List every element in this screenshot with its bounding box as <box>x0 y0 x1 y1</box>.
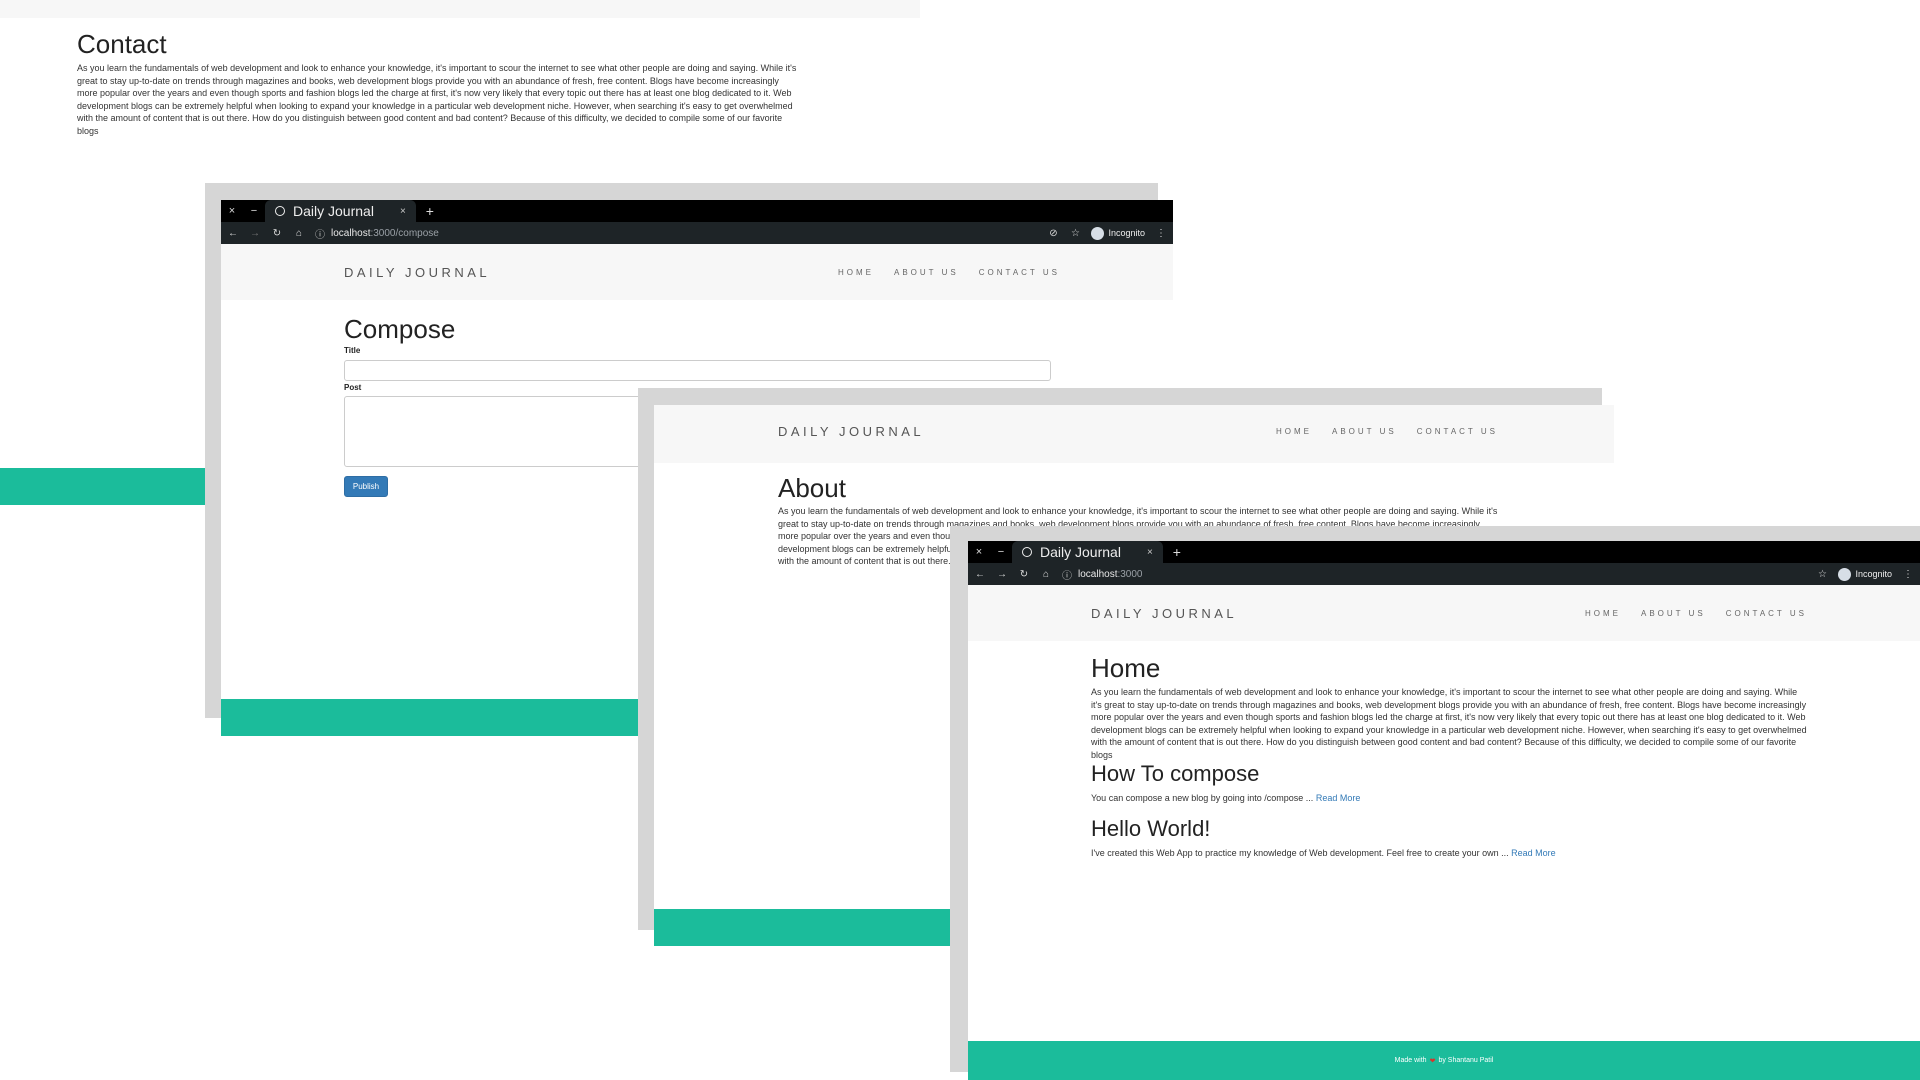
url-path: :3000/compose <box>370 227 439 239</box>
info-icon: ⓘ <box>315 229 325 241</box>
about-navbar: DAILY JOURNAL HOME ABOUT US CONTACT US <box>654 405 1614 463</box>
post-title: Hello World! <box>1091 816 1211 841</box>
url-path: :3000 <box>1117 568 1143 580</box>
home-tab-bar: × − Daily Journal × + <box>968 541 1920 563</box>
compose-tab-bar: × − Daily Journal × + <box>221 200 1173 222</box>
read-more-link[interactable]: Read More <box>1511 848 1556 858</box>
nav-links: HOME ABOUT US CONTACT US <box>838 268 1060 277</box>
read-more-link[interactable]: Read More <box>1316 793 1361 803</box>
tab-close-icon[interactable]: × <box>400 206 406 217</box>
nav-about[interactable]: ABOUT US <box>894 268 959 277</box>
globe-icon <box>1022 547 1032 557</box>
star-icon[interactable]: ☆ <box>1069 228 1081 239</box>
brand-logo[interactable]: DAILY JOURNAL <box>344 265 490 280</box>
url-host: localhost <box>1078 568 1118 580</box>
url-field[interactable]: ⓘ localhost:3000/compose <box>315 226 439 241</box>
incognito-label: Incognito <box>1108 228 1145 238</box>
incognito-icon <box>1091 226 1105 240</box>
post-excerpt: You can compose a new blog by going into… <box>1091 792 1809 805</box>
post-excerpt: I've created this Web App to practice my… <box>1091 847 1809 860</box>
heart-icon: ❤ <box>1429 1057 1436 1065</box>
reload-icon[interactable]: ↻ <box>271 228 283 239</box>
incognito-badge[interactable]: Incognito <box>1838 567 1892 581</box>
post-label: Post <box>344 383 362 392</box>
footer-made-with: Made with <box>1394 1057 1427 1064</box>
back-arrow-icon[interactable]: ← <box>974 569 986 580</box>
post-excerpt-text: You can compose a new blog by going into… <box>1091 793 1314 803</box>
home-icon[interactable]: ⌂ <box>1040 569 1052 580</box>
home-footer: Made with ❤ by Shantanu Patil <box>968 1041 1920 1080</box>
incognito-badge[interactable]: Incognito <box>1091 226 1145 240</box>
nav-about[interactable]: ABOUT US <box>1332 427 1397 436</box>
contact-navbar-strip <box>0 0 920 18</box>
tab-daily-journal[interactable]: Daily Journal × <box>265 200 416 222</box>
incognito-label: Incognito <box>1855 569 1892 579</box>
contact-heading: Contact <box>77 29 167 59</box>
url-host: localhost <box>331 227 371 239</box>
brand-logo[interactable]: DAILY JOURNAL <box>778 424 924 439</box>
nav-links: HOME ABOUT US CONTACT US <box>1585 609 1807 618</box>
new-tab-icon[interactable]: + <box>426 203 434 219</box>
post-title: How To compose <box>1091 761 1260 786</box>
window-close-icon[interactable]: × <box>968 546 990 558</box>
eye-off-icon[interactable]: ⊘ <box>1047 228 1059 239</box>
kebab-menu-icon[interactable]: ⋮ <box>1155 228 1167 239</box>
kebab-menu-icon[interactable]: ⋮ <box>1902 569 1914 580</box>
window-minimize-icon[interactable]: − <box>243 205 265 217</box>
compose-navbar: DAILY JOURNAL HOME ABOUT US CONTACT US <box>221 244 1173 300</box>
title-label: Title <box>344 346 361 355</box>
publish-button[interactable]: Publish <box>344 476 388 497</box>
info-icon: ⓘ <box>1062 570 1072 582</box>
nav-home[interactable]: HOME <box>1585 609 1621 618</box>
nav-contact[interactable]: CONTACT US <box>1726 609 1807 618</box>
teal-strip-left <box>0 468 221 505</box>
home-body-text: As you learn the fundamentals of web dev… <box>1091 687 1807 760</box>
about-heading: About <box>778 473 846 503</box>
home-window: × − Daily Journal × + ← → ↻ ⌂ ⓘ localhos… <box>968 541 1920 1080</box>
footer-author: by Shantanu Patil <box>1438 1057 1494 1064</box>
globe-icon <box>275 206 285 216</box>
title-input[interactable] <box>344 360 1051 381</box>
nav-contact[interactable]: CONTACT US <box>979 268 1060 277</box>
nav-home[interactable]: HOME <box>1276 427 1312 436</box>
forward-arrow-icon[interactable]: → <box>249 228 261 239</box>
url-field[interactable]: ⓘ localhost:3000 <box>1062 567 1143 582</box>
back-arrow-icon[interactable]: ← <box>227 228 239 239</box>
window-close-icon[interactable]: × <box>221 205 243 217</box>
tab-daily-journal[interactable]: Daily Journal × <box>1012 541 1163 563</box>
home-icon[interactable]: ⌂ <box>293 228 305 239</box>
contact-body-text: As you learn the fundamentals of web dev… <box>77 63 797 136</box>
star-icon[interactable]: ☆ <box>1816 569 1828 580</box>
brand-logo[interactable]: DAILY JOURNAL <box>1091 606 1237 621</box>
tab-close-icon[interactable]: × <box>1147 547 1153 558</box>
tab-title: Daily Journal <box>1040 544 1121 560</box>
home-navbar: DAILY JOURNAL HOME ABOUT US CONTACT US <box>968 585 1920 641</box>
tab-title: Daily Journal <box>293 203 374 219</box>
compose-address-bar: ← → ↻ ⌂ ⓘ localhost:3000/compose ⊘ ☆ Inc… <box>221 222 1173 244</box>
reload-icon[interactable]: ↻ <box>1018 569 1030 580</box>
window-minimize-icon[interactable]: − <box>990 546 1012 558</box>
nav-links: HOME ABOUT US CONTACT US <box>1276 427 1498 436</box>
compose-heading: Compose <box>344 314 456 344</box>
nav-contact[interactable]: CONTACT US <box>1417 427 1498 436</box>
nav-about[interactable]: ABOUT US <box>1641 609 1706 618</box>
incognito-icon <box>1838 567 1852 581</box>
new-tab-icon[interactable]: + <box>1173 544 1181 560</box>
post-excerpt-text: I've created this Web App to practice my… <box>1091 848 1509 858</box>
nav-home[interactable]: HOME <box>838 268 874 277</box>
home-address-bar: ← → ↻ ⌂ ⓘ localhost:3000 ☆ Incognito ⋮ <box>968 563 1920 585</box>
home-heading: Home <box>1091 653 1161 683</box>
forward-arrow-icon[interactable]: → <box>996 569 1008 580</box>
